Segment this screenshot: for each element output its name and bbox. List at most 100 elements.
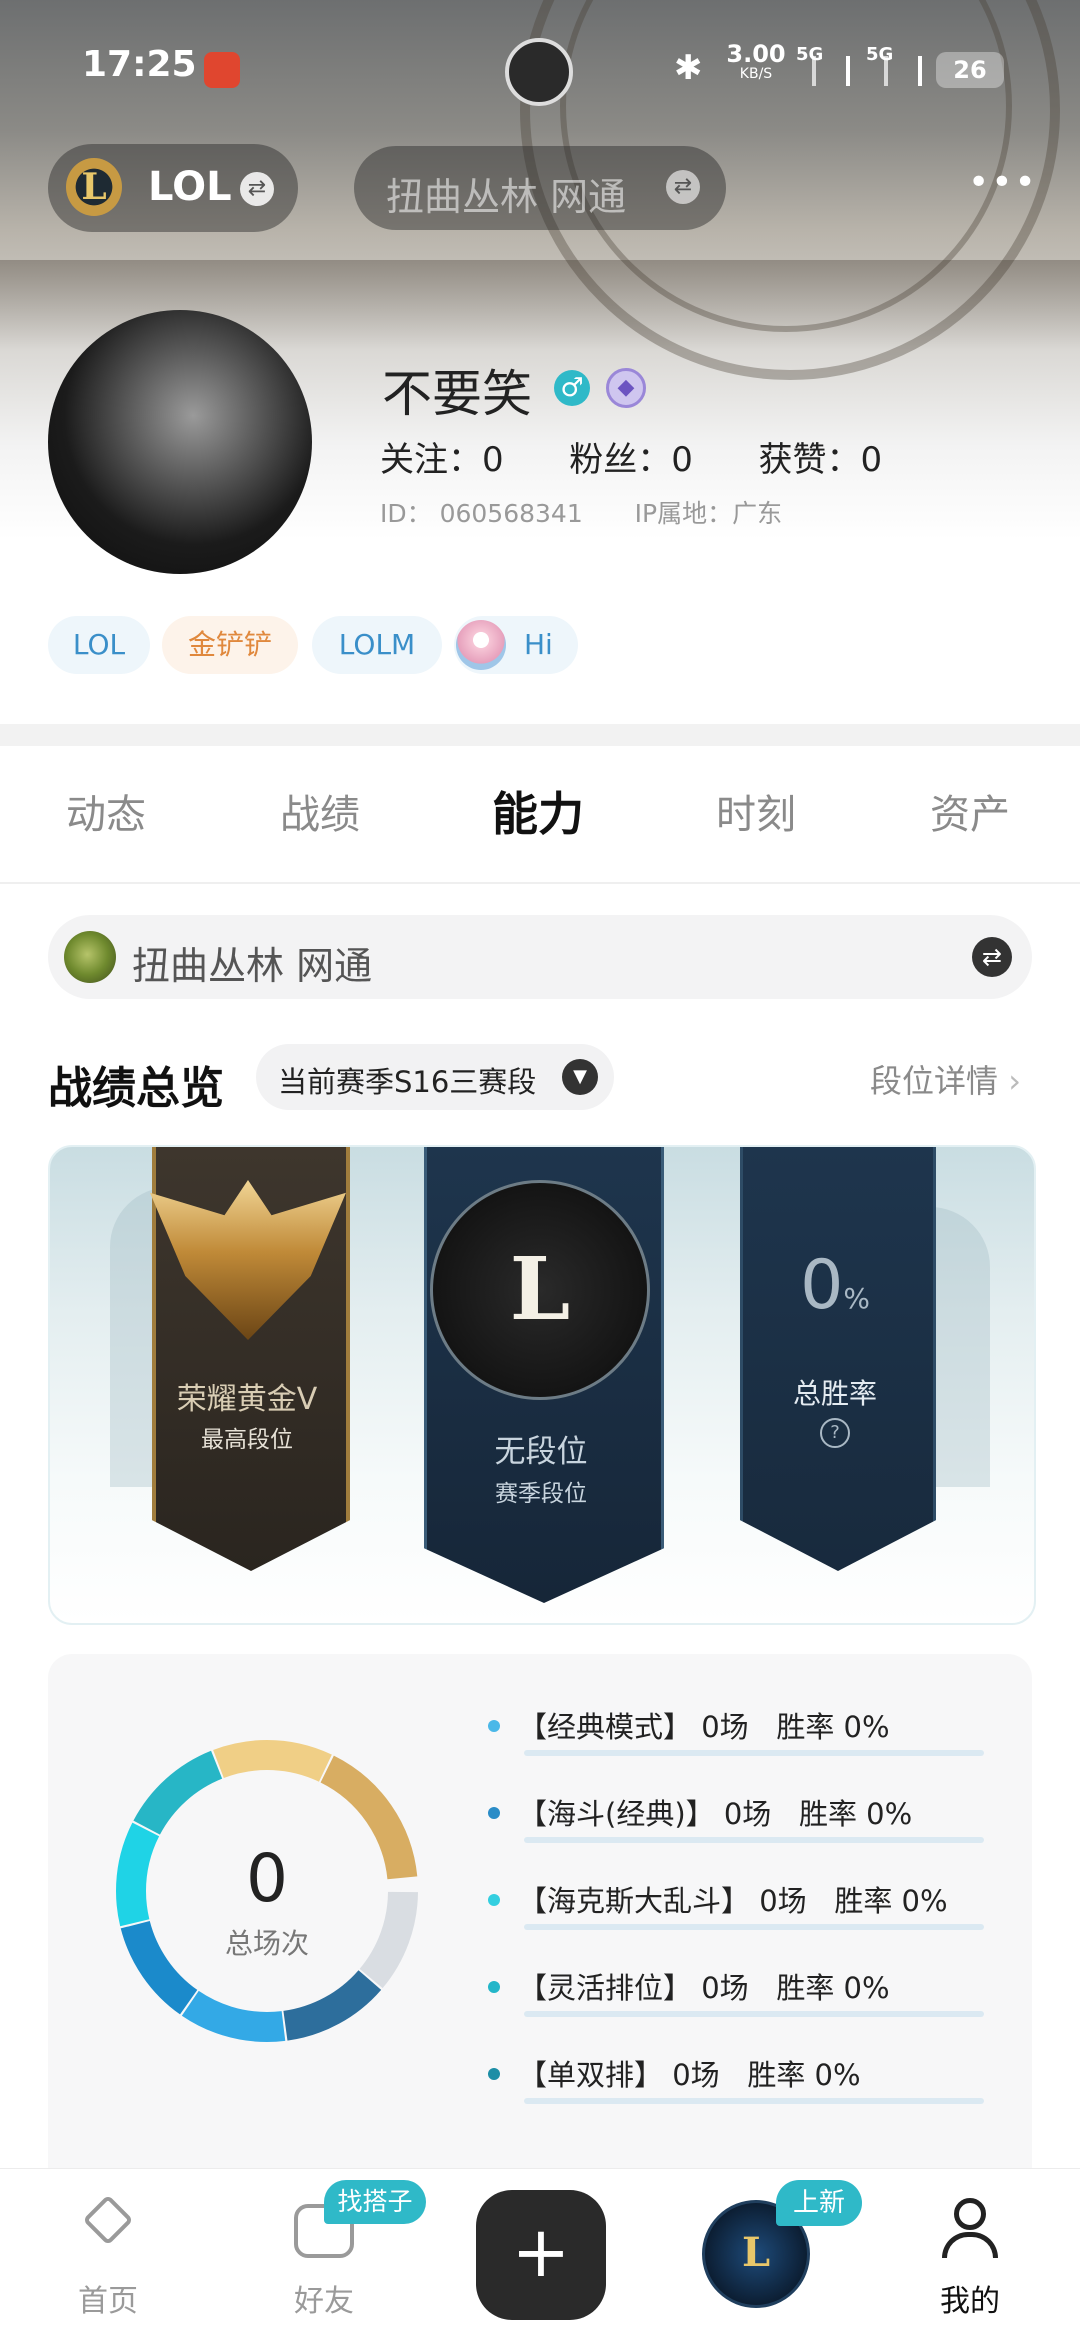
tag-tft[interactable]: 金铲铲 <box>162 616 298 674</box>
profile-meta: ID： 060568341 IP属地：广东 <box>380 494 782 530</box>
mode-name: 【灵活排位】 <box>518 1971 693 2005</box>
signal-bars-icon-2 <box>884 56 922 86</box>
status-time: 17:25 <box>82 44 197 85</box>
server-selector[interactable]: 扭曲丛林 网通 ⇄ <box>48 915 1032 999</box>
home-icon[interactable] <box>78 2194 138 2256</box>
mode-winrate: 胜率 0% <box>776 1710 890 1744</box>
season-rank-label: 赛季段位 <box>495 1481 587 1507</box>
highest-rank-name: 荣耀黄金V <box>176 1382 318 1417</box>
lol-logo-icon: L <box>66 158 122 216</box>
mode-bar <box>524 2011 984 2017</box>
mode-dot-icon <box>488 2068 500 2080</box>
mode-row[interactable]: 【灵活排位】 0场 胜率 0% <box>488 1959 988 2019</box>
mode-winrate: 胜率 0% <box>798 1797 913 1831</box>
mode-text: 【海克斯大乱斗】 0场 胜率 0% <box>518 1878 948 1920</box>
server-search-bar[interactable]: 扭曲丛林 网通 ⇄ <box>354 146 726 230</box>
nav-home-label[interactable]: 首页 <box>78 2276 138 2320</box>
mode-name: 【海斗(经典)】 <box>518 1797 715 1831</box>
mode-bar <box>524 2098 984 2104</box>
tab-record[interactable]: 战绩 <box>280 782 360 840</box>
switch-icon: ⇄ <box>240 172 274 206</box>
nav-friends-label[interactable]: 好友 <box>294 2276 354 2320</box>
game-name: LOL <box>148 164 232 210</box>
tab-feed[interactable]: 动态 <box>66 782 146 840</box>
top-bar: L LOL ⇄ 扭曲丛林 网通 ⇄ ••• <box>0 140 1080 260</box>
mode-name: 【海克斯大乱斗】 <box>518 1884 751 1918</box>
user-id: ID： 060568341 <box>380 499 583 528</box>
mode-text: 【灵活排位】 0场 胜率 0% <box>518 1965 890 2007</box>
switch-server-icon: ⇄ <box>666 170 700 204</box>
mode-games: 0场 <box>723 1797 772 1831</box>
new-badge: 上新 <box>776 2180 862 2226</box>
bluetooth-icon: ✱ <box>674 48 703 88</box>
mode-text: 【海斗(经典)】 0场 胜率 0% <box>518 1791 912 1833</box>
nav-me-label[interactable]: 我的 <box>940 2276 1000 2320</box>
season-selector[interactable]: 当前赛季S16三赛段 ▼ <box>256 1044 614 1110</box>
mode-text: 【单双排】 0场 胜率 0% <box>518 2052 861 2094</box>
switch-server-icon: ⇄ <box>972 937 1012 977</box>
tabs-divider <box>0 882 1080 884</box>
tag-hi[interactable]: Hi <box>454 616 578 674</box>
server-search-text: 扭曲丛林 网通 <box>386 175 627 219</box>
mode-bar <box>524 1837 984 1843</box>
add-post-button[interactable]: + <box>476 2190 606 2320</box>
battery-icon: 26 <box>936 52 1004 88</box>
fans-count[interactable]: 粉丝：0 <box>569 440 693 480</box>
tag-lol[interactable]: LOL <box>48 616 150 674</box>
tab-ability[interactable]: 能力 <box>492 778 584 844</box>
mode-dot-icon <box>488 1981 500 1993</box>
avatar[interactable] <box>48 310 312 574</box>
champion-avatar-icon <box>64 931 116 983</box>
anime-avatar-icon <box>456 620 506 670</box>
mode-games: 0场 <box>701 1971 749 2005</box>
mode-row[interactable]: 【海克斯大乱斗】 0场 胜率 0% <box>488 1872 988 1932</box>
mode-games: 0场 <box>701 1710 749 1744</box>
tab-assets[interactable]: 资产 <box>930 782 1010 840</box>
profile-name: 不要笑 <box>382 365 532 423</box>
verified-badge-icon: ◆ <box>606 368 646 408</box>
follow-stats: 关注：0 粉丝：0 获赞：0 <box>380 432 882 481</box>
total-games: 0 <box>246 1840 288 1917</box>
mode-row[interactable]: 【单双排】 0场 胜率 0% <box>488 2046 988 2106</box>
mode-bar <box>524 1750 984 1756</box>
mode-dot-icon <box>488 1807 500 1819</box>
mode-games: 0场 <box>759 1884 807 1918</box>
winrate-value: 0% <box>800 1246 870 1325</box>
mode-games: 0场 <box>672 2058 720 2092</box>
game-switcher[interactable]: L LOL ⇄ <box>48 144 298 232</box>
mode-row[interactable]: 【经典模式】 0场 胜率 0% <box>488 1698 988 1758</box>
network-speed: 3.00 KB/S <box>726 40 786 82</box>
highest-rank-label: 最高段位 <box>201 1427 293 1453</box>
total-games-label: 总场次 <box>224 1927 309 1960</box>
camera-cutout-icon <box>505 38 573 106</box>
tab-moments[interactable]: 时刻 <box>716 782 796 840</box>
winrate-label: 总胜率 <box>792 1377 877 1410</box>
chevron-down-icon: ▼ <box>562 1059 598 1095</box>
male-gender-icon: ♂ <box>554 370 590 406</box>
ip-location: IP属地：广东 <box>634 499 783 528</box>
mode-bar <box>524 1924 984 1930</box>
rank-detail-link[interactable]: 段位详情 › <box>870 1056 1021 1102</box>
tag-lolm[interactable]: LOLM <box>312 616 442 674</box>
chevron-right-icon: › <box>998 1062 1021 1100</box>
likes-count: 获赞：0 <box>758 440 883 480</box>
mode-dot-icon <box>488 1894 500 1906</box>
help-icon[interactable]: ? <box>820 1418 850 1448</box>
mode-row[interactable]: 【海斗(经典)】 0场 胜率 0% <box>488 1785 988 1845</box>
mode-name: 【单双排】 <box>518 2058 664 2092</box>
notification-icon <box>204 52 240 88</box>
season-rank-emblem-icon: L <box>430 1180 650 1400</box>
winrate-ribbon[interactable] <box>740 1147 936 1571</box>
server-name: 扭曲丛林 网通 <box>132 944 373 988</box>
following-count[interactable]: 关注：0 <box>380 440 504 480</box>
mode-dot-icon <box>488 1720 500 1732</box>
profile-icon[interactable] <box>940 2198 1000 2260</box>
find-partner-badge: 找搭子 <box>324 2180 426 2224</box>
signal-bars-icon <box>812 56 850 86</box>
overview-title: 战绩总览 <box>48 1063 224 1114</box>
mode-text: 【经典模式】 0场 胜率 0% <box>518 1704 890 1746</box>
mode-winrate: 胜率 0% <box>776 1971 890 2005</box>
mode-name: 【经典模式】 <box>518 1710 693 1744</box>
status-bar: 17:25 ✱ 3.00 KB/S 5G 5G 26 <box>0 0 1080 140</box>
more-menu-button[interactable]: ••• <box>968 162 1038 203</box>
